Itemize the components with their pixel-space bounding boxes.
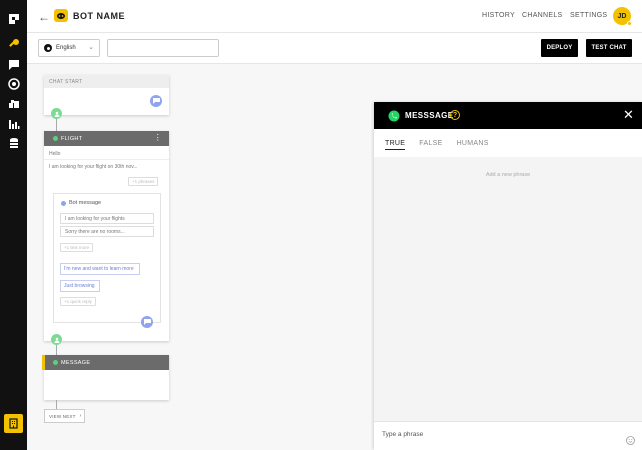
whatsapp-icon <box>388 109 400 127</box>
toolbar: English ⌄ DEPLOY TEST CHAT <box>27 33 642 64</box>
search-input[interactable] <box>107 39 219 57</box>
chat-icon[interactable] <box>7 58 20 71</box>
bot-message-icon <box>61 201 66 206</box>
selected-marker <box>42 355 45 370</box>
help-icon[interactable]: ? <box>450 110 460 120</box>
target-icon[interactable] <box>7 77 20 90</box>
view-next-button[interactable]: VIEW NEXT › <box>44 409 85 423</box>
status-dot <box>53 360 58 365</box>
avatar-initials: JD <box>617 12 627 20</box>
analytics-icon[interactable] <box>7 117 20 130</box>
tab-false[interactable]: FALSE <box>419 140 442 150</box>
online-status-dot <box>627 21 632 26</box>
add-phrase-pill[interactable]: +1 phrases <box>128 177 159 186</box>
database-icon[interactable] <box>7 136 20 149</box>
chevron-right-icon: › <box>79 413 82 419</box>
language-flag-icon <box>44 44 52 52</box>
flight-phrase[interactable]: I am looking for your flight on 30th nov… <box>49 164 138 170</box>
nav-history[interactable]: HISTORY <box>482 12 515 19</box>
nav-channels[interactable]: CHANNELS <box>522 12 563 19</box>
bot-message-line[interactable]: Sorry there are no rooms... <box>60 226 154 237</box>
chat-start-node[interactable]: CHAT START <box>44 75 169 115</box>
quick-reply-option[interactable]: I'm new and want to learn more <box>60 263 140 275</box>
add-node-icon[interactable] <box>51 334 62 345</box>
flow-icon[interactable] <box>7 12 20 25</box>
add-quick-reply-pill[interactable]: +1 quick reply <box>60 297 96 306</box>
phrase-list-area: Add a new phrase <box>374 157 642 421</box>
puzzle-icon[interactable] <box>7 97 20 110</box>
emoji-icon[interactable] <box>626 432 635 450</box>
phrase-input-bar <box>374 421 642 450</box>
panel-title: MESSSAGE <box>405 111 454 120</box>
nav-settings[interactable]: SETTINGS <box>570 12 607 19</box>
flight-node[interactable]: FLIGHT ⋮ Hello I am looking for your fli… <box>44 131 169 341</box>
close-icon[interactable]: ✕ <box>623 107 634 123</box>
add-text-pill[interactable]: +1 text more <box>60 243 94 252</box>
chat-start-label: CHAT START <box>44 75 169 88</box>
bot-name: BOT NAME <box>73 11 125 21</box>
message-node[interactable]: MESSAGE <box>42 355 169 400</box>
add-node-icon[interactable] <box>51 108 62 119</box>
language-select[interactable]: English ⌄ <box>38 39 100 57</box>
greeting-text: Hello <box>49 151 61 157</box>
bot-message-card[interactable]: Bot message I am looking for your flight… <box>54 194 160 328</box>
left-rail <box>0 0 27 450</box>
bot-message-title: Bot message <box>69 200 102 206</box>
key-icon[interactable] <box>7 37 20 50</box>
panel-tabs: TRUE FALSE HUMANS <box>385 140 489 150</box>
status-dot <box>53 136 58 141</box>
deploy-button[interactable]: DEPLOY <box>541 39 578 57</box>
phrase-input[interactable] <box>382 431 612 438</box>
building-icon[interactable] <box>4 414 23 433</box>
bot-logo-icon <box>54 9 68 22</box>
message-panel: MESSSAGE ? ✕ TRUE FALSE HUMANS Add a new… <box>374 102 642 450</box>
top-header: ← BOT NAME HISTORY CHANNELS SETTINGS JD <box>27 0 642 33</box>
tab-true[interactable]: TRUE <box>385 140 406 150</box>
more-menu-icon[interactable]: ⋮ <box>154 133 162 142</box>
panel-header: MESSSAGE ? ✕ <box>374 102 642 129</box>
back-arrow-icon[interactable]: ← <box>38 10 50 24</box>
view-next-label: VIEW NEXT <box>49 413 76 419</box>
language-value: English <box>56 45 76 51</box>
flight-node-title: FLIGHT <box>61 135 83 142</box>
chat-bubble-icon[interactable] <box>150 95 162 107</box>
flight-node-header: FLIGHT ⋮ <box>44 131 169 146</box>
empty-phrase-hint: Add a new phrase <box>485 172 531 178</box>
test-chat-button[interactable]: TEST CHAT <box>586 39 632 57</box>
chat-bubble-icon[interactable] <box>141 316 153 328</box>
bot-message-line[interactable]: I am looking for your flights <box>60 213 154 224</box>
tab-humans[interactable]: HUMANS <box>457 140 489 150</box>
message-node-title: MESSAGE <box>61 359 91 366</box>
chevron-down-icon: ⌄ <box>88 44 94 51</box>
message-node-header: MESSAGE <box>44 355 169 370</box>
quick-reply-option[interactable]: Just browsing <box>60 280 100 292</box>
